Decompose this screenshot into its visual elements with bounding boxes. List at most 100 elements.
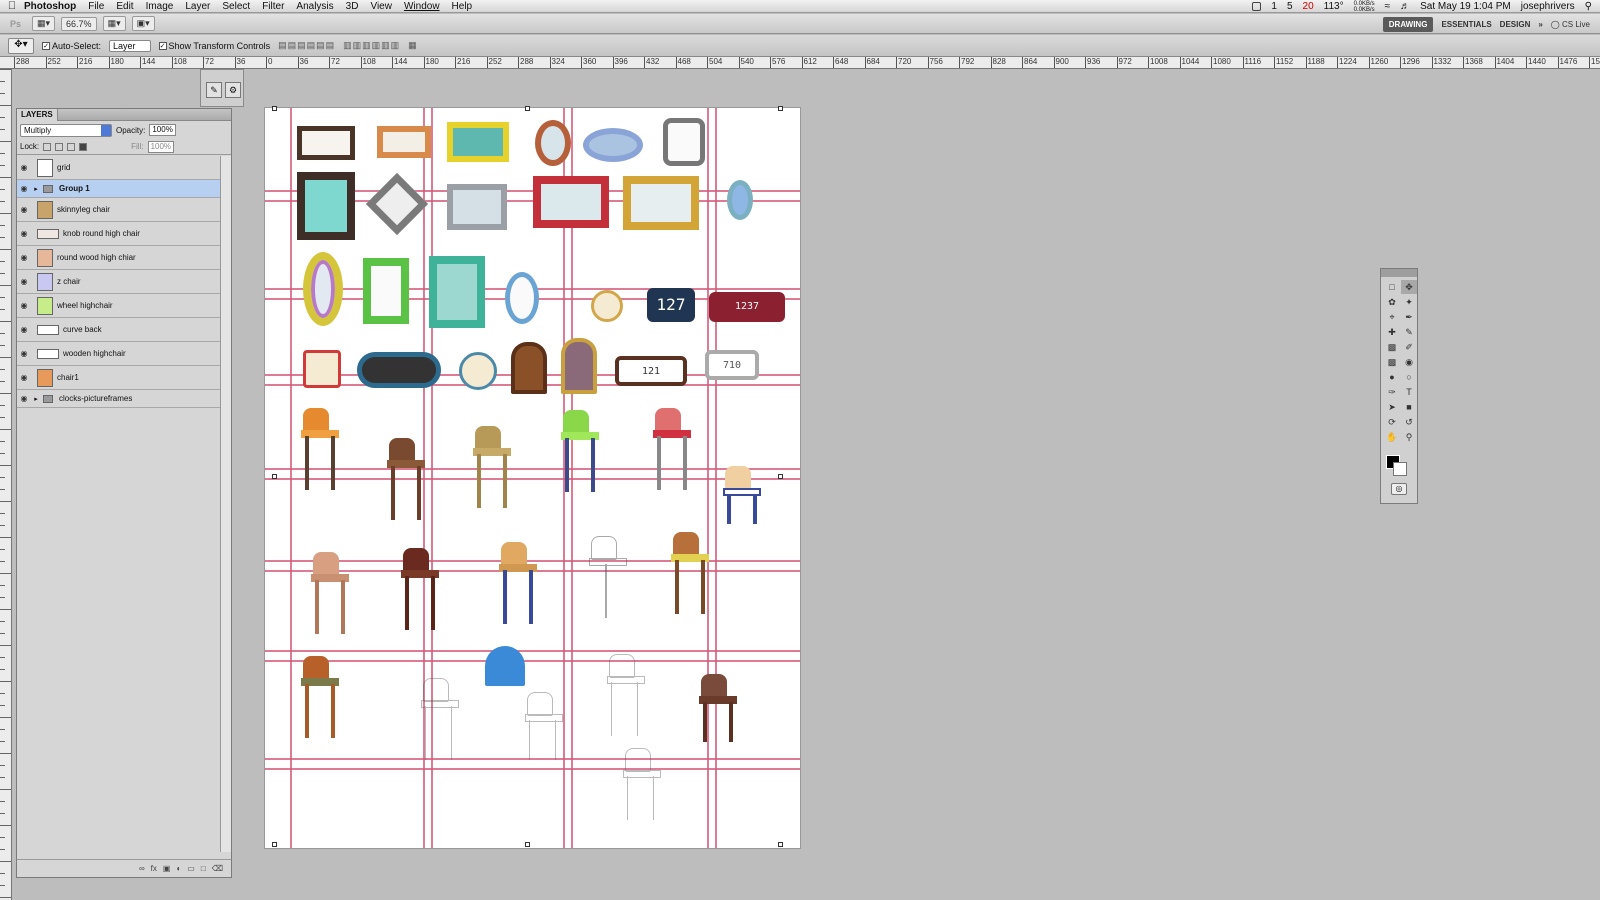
volume-icon[interactable]: ♬ [1400,1,1410,12]
brush-tool-icon[interactable]: ✎ [1401,325,1417,339]
expand-triangle-icon[interactable]: ▸ [31,185,41,193]
tools-header[interactable] [1381,269,1417,277]
lock-transparency-icon[interactable] [43,142,52,151]
visibility-eye-icon[interactable]: ◉ [17,229,31,238]
visibility-eye-icon[interactable]: ◉ [17,277,31,286]
group-row[interactable]: ◉ ▸ Group 1 [17,180,221,198]
layer-style-icon[interactable]: fx [151,864,157,873]
transform-handle[interactable] [778,106,783,111]
transform-handle[interactable] [272,842,277,847]
layer-row[interactable]: ◉ skinnyleg chair [17,198,221,222]
user-menu[interactable]: josephrivers [1521,1,1575,12]
workspace-drawing[interactable]: DRAWING [1382,16,1434,32]
zoom-level[interactable]: 66.7% [61,16,97,31]
screen-mode-button[interactable]: ▣▾ [131,16,155,31]
lock-position-icon[interactable] [67,142,76,151]
clone-stamp-tool-icon[interactable]: ▩ [1384,340,1400,354]
menu-edit[interactable]: Edit [116,1,133,12]
link-layers-icon[interactable]: ∞ [139,864,145,873]
pen-tool-icon[interactable]: ✑ [1384,385,1400,399]
adjustment-layer-icon[interactable]: ◐ [176,864,181,873]
menu-file[interactable]: File [88,1,104,12]
layer-name[interactable]: grid [57,163,70,172]
layer-name[interactable]: wheel highchair [57,301,113,310]
visibility-eye-icon[interactable]: ◉ [17,184,31,193]
menu-select[interactable]: Select [222,1,250,12]
layer-row[interactable]: ◉ round wood high chiar [17,246,221,270]
fill-input[interactable]: 100% [147,140,175,153]
menu-3d[interactable]: 3D [346,1,359,12]
menu-image[interactable]: Image [146,1,174,12]
workspace-essentials[interactable]: ESSENTIALS [1441,20,1491,29]
move-tool-icon[interactable]: ✥ [1401,280,1417,294]
eraser-tool-icon[interactable]: ▩ [1384,355,1400,369]
app-menu[interactable]: Photoshop [24,1,76,12]
align-buttons[interactable]: ▤▤▤▤▤▤ [278,40,335,51]
blur-tool-icon[interactable]: ● [1384,370,1400,384]
menu-view[interactable]: View [370,1,392,12]
path-selection-tool-icon[interactable]: ➤ [1384,400,1400,414]
more-workspaces[interactable]: » [1538,20,1542,29]
layer-name[interactable]: knob round high chair [63,229,140,238]
layer-name[interactable]: chair1 [57,373,79,382]
expand-triangle-icon[interactable]: ▸ [31,395,41,403]
layer-row[interactable]: ◉ wooden highchair [17,342,221,366]
add-mask-icon[interactable]: ▣ [163,864,171,873]
show-transform-checkbox[interactable]: ✓ [158,42,167,51]
paint-bucket-tool-icon[interactable]: ◉ [1401,355,1417,369]
layer-name[interactable]: wooden highchair [63,349,126,358]
layers-tab[interactable]: LAYERS [17,109,58,121]
transform-handle[interactable] [272,106,277,111]
opacity-input[interactable]: 100% [149,124,176,136]
visibility-eye-icon[interactable]: ◉ [17,253,31,262]
temperature[interactable]: 113° [1324,1,1344,12]
workspace-design[interactable]: DESIGN [1500,20,1531,29]
auto-select-option[interactable]: ✓ Auto-Select: [42,41,101,51]
apple-icon[interactable]:  [0,0,24,12]
settings-panel-icon[interactable]: ⚙ [225,82,241,98]
distribute-buttons[interactable]: ▥▥▥▥▥▥ [343,40,400,51]
auto-align-button[interactable]: ▦ [408,40,418,51]
lock-pixels-icon[interactable] [55,142,64,151]
transform-handle[interactable] [778,842,783,847]
quick-mask-icon[interactable]: ◎ [1391,483,1407,495]
vertical-ruler[interactable] [0,69,12,900]
new-group-icon[interactable]: ▭ [187,864,195,873]
visibility-eye-icon[interactable]: ◉ [17,394,31,403]
wifi-icon[interactable]: ≈ [1385,1,1391,12]
menu-analysis[interactable]: Analysis [296,1,333,12]
bridge-button[interactable]: ▦▾ [32,16,56,31]
menubar-clock[interactable]: Sat May 19 1:04 PM [1420,1,1511,12]
menu-help[interactable]: Help [452,1,473,12]
menu-window[interactable]: Window [404,1,440,12]
layer-name[interactable]: skinnyleg chair [57,205,110,214]
layer-row[interactable]: ◉ curve back [17,318,221,342]
3d-rotate-tool-icon[interactable]: ⟳ [1384,415,1400,429]
layers-scrollbar[interactable] [220,156,231,852]
zoom-tool-icon[interactable]: ⚲ [1401,430,1417,444]
menu-filter[interactable]: Filter [262,1,284,12]
status-count-1[interactable]: 1 [1271,1,1277,12]
document-canvas[interactable]: 127 1237 121 710 [265,106,800,848]
delete-layer-icon[interactable]: ⌫ [212,864,223,873]
cs-live-button[interactable]: ◯ CS Live [1551,20,1590,29]
healing-brush-tool-icon[interactable]: ✚ [1384,325,1400,339]
move-tool-preset[interactable]: ✥▾ [8,37,34,54]
visibility-eye-icon[interactable]: ◉ [17,301,31,310]
auto-select-dropdown[interactable]: Layer [109,39,151,52]
visibility-eye-icon[interactable]: ◉ [17,373,31,382]
arrange-documents-button[interactable]: ▦▾ [102,16,126,31]
spotlight-icon[interactable]: ⚲ [1585,1,1592,12]
visibility-eye-icon[interactable]: ◉ [17,163,31,172]
layer-row[interactable]: ◉ wheel highchair [17,294,221,318]
layer-name[interactable]: z chair [57,277,81,286]
lock-all-icon[interactable] [79,142,88,151]
layer-row[interactable]: ◉ chair1 [17,366,221,390]
status-icon[interactable] [1252,2,1262,11]
layer-row[interactable]: ◉ grid [17,156,221,180]
group-name[interactable]: clocks-pictureframes [59,394,132,403]
blend-mode-dropdown[interactable]: Multiply [20,123,112,137]
net-meter[interactable]: 0.0KB/s 0.0KB/s [1354,1,1375,13]
history-brush-tool-icon[interactable]: ✐ [1401,340,1417,354]
background-color-swatch[interactable] [1393,462,1407,476]
